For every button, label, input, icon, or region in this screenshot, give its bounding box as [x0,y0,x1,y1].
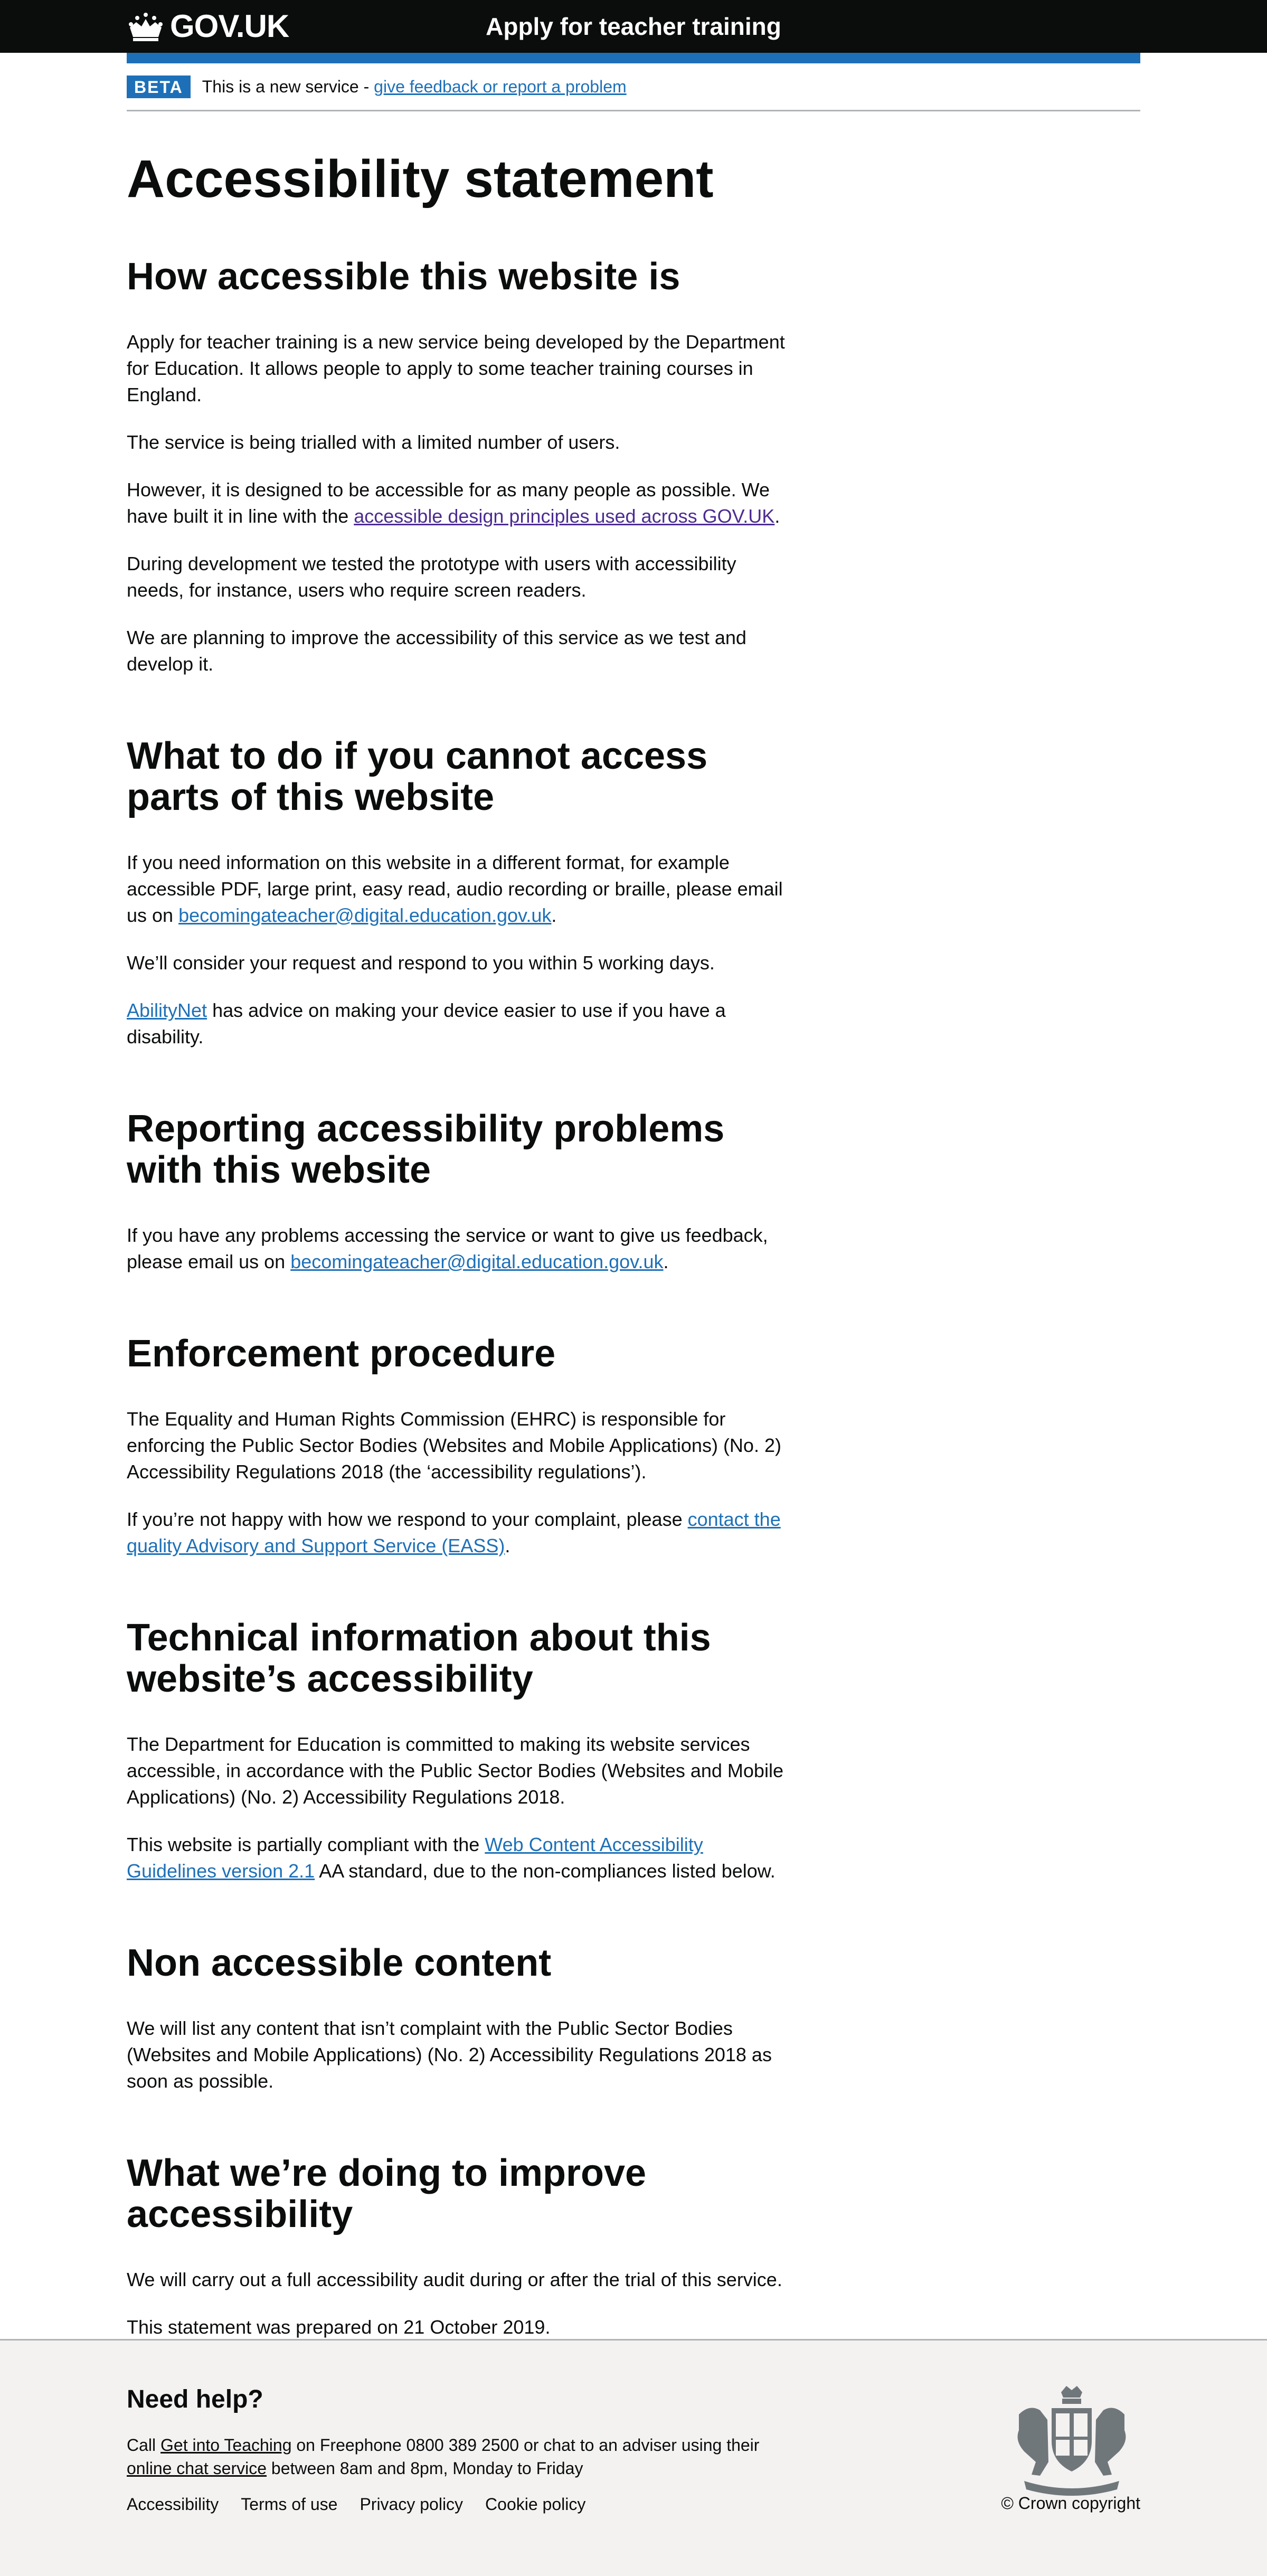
paragraph: The Department for Education is committe… [127,1733,783,1808]
footer-help-text: Call Get into Teaching on Freephone 0800… [127,2436,760,2478]
section-heading-technical-information: Technical information about this website… [127,1617,711,1700]
online-chat-link[interactable]: online chat service [127,2459,267,2478]
crown-copyright-link[interactable]: © Crown copyright [1001,2494,1140,2513]
royal-coat-of-arms-icon [1017,2386,1126,2496]
footer-link-privacy[interactable]: Privacy policy [360,2495,463,2514]
footer-link-terms[interactable]: Terms of use [241,2495,337,2514]
phase-banner: BETA This is a new service - give feedba… [127,63,1140,111]
paragraph: Apply for teacher training is a new serv… [127,331,785,405]
paragraph: The Equality and Human Rights Commission… [127,1408,781,1483]
footer-link-accessibility[interactable]: Accessibility [127,2495,219,2514]
header-blue-bar [127,53,1140,63]
paragraph: If you need information on this website … [127,852,783,926]
paragraph: During development we tested the prototy… [127,553,736,601]
paragraph: We will list any content that isn’t comp… [127,2017,772,2092]
paragraph: If you’re not happy with how we respond … [127,1508,781,1556]
paragraph: This website is partially compliant with… [127,1834,776,1882]
paragraph: However, it is designed to be accessible… [127,479,780,527]
footer-links: Accessibility Terms of use Privacy polic… [127,2495,585,2514]
paragraph: We’ll consider your request and respond … [127,952,715,974]
email-link[interactable]: becomingateacher@digital.education.gov.u… [178,904,551,926]
phase-banner-text: This is a new service - give feedback or… [202,77,627,96]
email-link[interactable]: becomingateacher@digital.education.gov.u… [290,1251,663,1272]
paragraph: AbilityNet has advice on making your dev… [127,999,726,1048]
beta-tag: BETA [127,75,191,98]
paragraph: If you have any problems accessing the s… [127,1224,768,1272]
site-footer: Need help? Call Get into Teaching on Fre… [0,2339,1267,2576]
section-heading-enforcement: Enforcement procedure [127,1333,556,1375]
footer-heading: Need help? [127,2385,263,2413]
feedback-link[interactable]: give feedback or report a problem [374,77,626,96]
paragraph: The service is being trialled with a lim… [127,431,620,453]
section-heading-improving-accessibility: What we’re doing to improve accessibilit… [127,2152,647,2235]
section-heading-reporting-problems: Reporting accessibility problems with th… [127,1108,725,1191]
page-title: Accessibility statement [127,149,714,209]
footer-link-cookies[interactable]: Cookie policy [485,2495,585,2514]
get-into-teaching-link[interactable]: Get into Teaching [160,2436,291,2455]
paragraph: We will carry out a full accessibility a… [127,2269,782,2290]
paragraph: This statement was prepared on 21 Octobe… [127,2316,551,2338]
site-header: GOV.UK Apply for teacher training [0,0,1267,53]
section-heading-non-accessible-content: Non accessible content [127,1942,552,1984]
main-content: Accessibility statement How accessible t… [127,111,797,2341]
abilitynet-link[interactable]: AbilityNet [127,999,207,1021]
design-principles-link[interactable]: accessible design principles used across… [354,505,774,527]
paragraph: We are planning to improve the accessibi… [127,627,746,675]
section-heading-how-accessible: How accessible this website is [127,256,680,298]
service-name-link[interactable]: Apply for teacher training [127,10,1140,43]
section-heading-cannot-access: What to do if you cannot access parts of… [127,735,708,818]
